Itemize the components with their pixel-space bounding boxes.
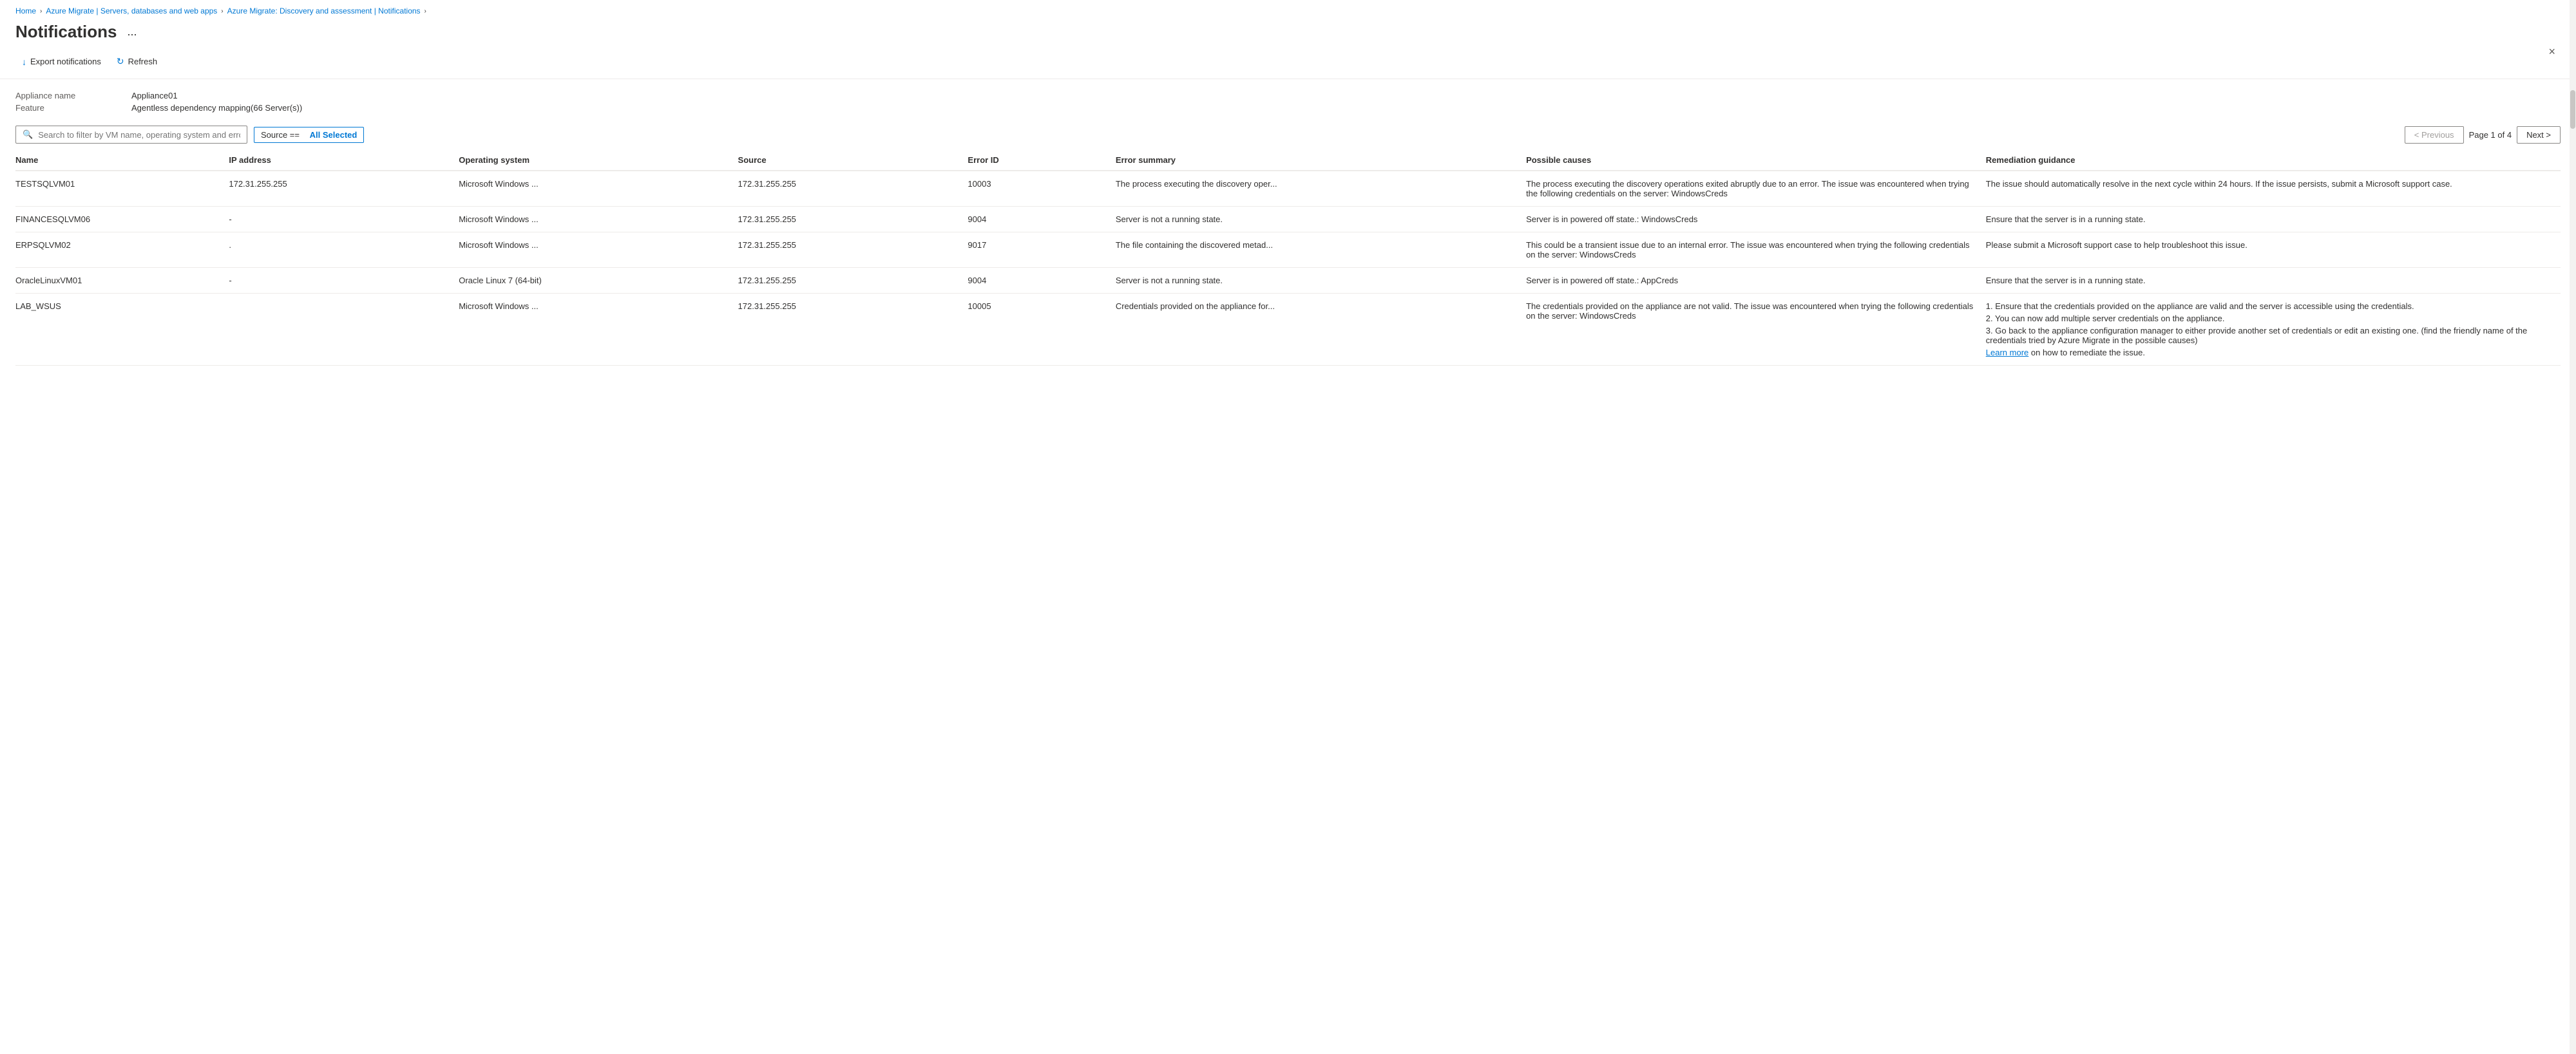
feature-label: Feature (15, 103, 131, 113)
cell-source: 172.31.255.255 (738, 207, 968, 232)
breadcrumb-servers[interactable]: Azure Migrate | Servers, databases and w… (46, 6, 217, 15)
col-header-name: Name (15, 150, 229, 171)
cell-errorid: 9004 (968, 268, 1115, 294)
breadcrumb-sep-3: › (425, 8, 426, 15)
col-header-remediation: Remediation guidance (1986, 150, 2561, 171)
cell-summary: Server is not a running state. (1116, 207, 1526, 232)
cell-ip (229, 294, 459, 366)
cell-remediation: Please submit a Microsoft support case t… (1986, 232, 2561, 268)
col-header-source: Source (738, 150, 968, 171)
cell-errorid: 9017 (968, 232, 1115, 268)
breadcrumb-sep-2: › (221, 8, 223, 15)
refresh-icon: ↻ (117, 56, 124, 67)
appliance-name-label: Appliance name (15, 91, 131, 100)
cell-remediation: 1. Ensure that the credentials provided … (1986, 294, 2561, 366)
refresh-button[interactable]: ↻ Refresh (110, 52, 164, 71)
cell-summary: The file containing the discovered metad… (1116, 232, 1526, 268)
breadcrumb-sep-1: › (40, 8, 42, 15)
filter-value: All Selected (310, 130, 358, 140)
page-title: Notifications (15, 22, 117, 42)
cell-causes: Server is in powered off state.: AppCred… (1526, 268, 1986, 294)
cell-os: Microsoft Windows ... (459, 232, 738, 268)
breadcrumb-home[interactable]: Home (15, 6, 36, 15)
breadcrumb-notifications[interactable]: Azure Migrate: Discovery and assessment … (227, 6, 421, 15)
cell-os: Microsoft Windows ... (459, 171, 738, 207)
cell-remediation: Ensure that the server is in a running s… (1986, 268, 2561, 294)
toolbar: ↓ Export notifications ↻ Refresh (0, 48, 2576, 79)
search-icon: 🔍 (23, 129, 33, 140)
col-header-errorid: Error ID (968, 150, 1115, 171)
export-label: Export notifications (30, 57, 101, 66)
page-info: Page 1 of 4 (2469, 130, 2512, 140)
table-row: TESTSQLVM01172.31.255.255Microsoft Windo… (15, 171, 2561, 207)
col-header-summary: Error summary (1116, 150, 1526, 171)
cell-name: ERPSQLVM02 (15, 232, 229, 268)
cell-causes: This could be a transient issue due to a… (1526, 232, 1986, 268)
refresh-label: Refresh (128, 57, 158, 66)
cell-name: OracleLinuxVM01 (15, 268, 229, 294)
export-icon: ↓ (22, 57, 26, 67)
table-row: ERPSQLVM02.Microsoft Windows ...172.31.2… (15, 232, 2561, 268)
table-row: OracleLinuxVM01-Oracle Linux 7 (64-bit)1… (15, 268, 2561, 294)
cell-os: Microsoft Windows ... (459, 207, 738, 232)
cell-remediation: Ensure that the server is in a running s… (1986, 207, 2561, 232)
more-options-button[interactable]: ... (123, 24, 140, 40)
notifications-table-container: Name IP address Operating system Source … (0, 150, 2576, 366)
pagination-area: < Previous Page 1 of 4 Next > (2405, 126, 2561, 144)
cell-errorid: 10005 (968, 294, 1115, 366)
cell-ip: 172.31.255.255 (229, 171, 459, 207)
table-header-row: Name IP address Operating system Source … (15, 150, 2561, 171)
page-header: Notifications ... (0, 19, 2576, 48)
cell-source: 172.31.255.255 (738, 171, 968, 207)
scrollbar-thumb (2570, 90, 2575, 129)
previous-button[interactable]: < Previous (2405, 126, 2464, 144)
meta-section: Appliance name Appliance01 Feature Agent… (0, 79, 2576, 119)
cell-source: 172.31.255.255 (738, 294, 968, 366)
scrollbar-track[interactable] (2570, 0, 2576, 1054)
feature-value: Agentless dependency mapping(66 Server(s… (131, 103, 2561, 113)
cell-errorid: 9004 (968, 207, 1115, 232)
table-row: LAB_WSUS Microsoft Windows ...172.31.255.… (15, 294, 2561, 366)
cell-name: FINANCESQLVM06 (15, 207, 229, 232)
cell-remediation: The issue should automatically resolve i… (1986, 171, 2561, 207)
breadcrumb: Home › Azure Migrate | Servers, database… (0, 0, 2576, 19)
cell-causes: The process executing the discovery oper… (1526, 171, 1986, 207)
cell-name: LAB_WSUS (15, 294, 229, 366)
cell-ip: - (229, 207, 459, 232)
filter-prefix: Source == (261, 130, 300, 140)
cell-os: Microsoft Windows ... (459, 294, 738, 366)
next-button[interactable]: Next > (2517, 126, 2561, 144)
cell-summary: Server is not a running state. (1116, 268, 1526, 294)
col-header-os: Operating system (459, 150, 738, 171)
cell-source: 172.31.255.255 (738, 232, 968, 268)
cell-errorid: 10003 (968, 171, 1115, 207)
appliance-name-value: Appliance01 (131, 91, 2561, 100)
export-notifications-button[interactable]: ↓ Export notifications (15, 53, 108, 71)
cell-causes: The credentials provided on the applianc… (1526, 294, 1986, 366)
cell-ip: . (229, 232, 459, 268)
col-header-causes: Possible causes (1526, 150, 1986, 171)
col-header-ip: IP address (229, 150, 459, 171)
cell-name: TESTSQLVM01 (15, 171, 229, 207)
search-box: 🔍 (15, 126, 247, 144)
cell-os: Oracle Linux 7 (64-bit) (459, 268, 738, 294)
notifications-table: Name IP address Operating system Source … (15, 150, 2561, 366)
table-row: FINANCESQLVM06-Microsoft Windows ...172.… (15, 207, 2561, 232)
cell-summary: The process executing the discovery oper… (1116, 171, 1526, 207)
source-filter-tag[interactable]: Source == All Selected (254, 127, 364, 143)
cell-causes: Server is in powered off state.: Windows… (1526, 207, 1986, 232)
learn-more-link[interactable]: Learn more (1986, 348, 2028, 357)
cell-summary: Credentials provided on the appliance fo… (1116, 294, 1526, 366)
cell-ip: - (229, 268, 459, 294)
close-button[interactable]: × (2543, 42, 2561, 61)
filter-bar: 🔍 Source == All Selected < Previous Page… (0, 119, 2576, 150)
search-input[interactable] (38, 130, 240, 140)
cell-source: 172.31.255.255 (738, 268, 968, 294)
